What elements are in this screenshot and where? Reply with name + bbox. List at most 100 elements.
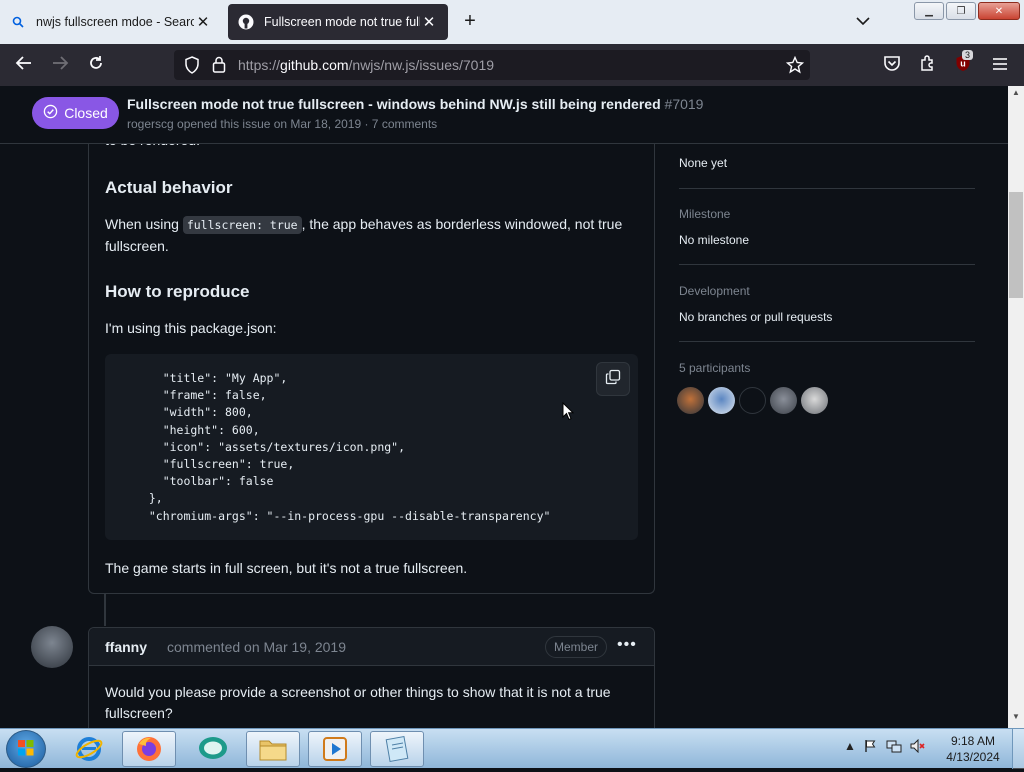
taskbar-file-explorer[interactable] [246,731,300,767]
code-block: "title": "My App", "frame": false, "widt… [105,354,638,540]
lock-icon[interactable] [212,56,226,78]
new-tab-button[interactable]: + [460,10,480,33]
taskbar-notepad[interactable] [370,731,424,767]
extension-count-badge: 3 [962,50,974,60]
url-text: https://github.com/nwjs/nw.js/issues/701… [238,57,495,73]
pocket-icon[interactable] [881,54,903,76]
copy-code-button[interactable] [596,362,630,396]
bookmark-star-icon[interactable] [785,55,805,79]
windows-logo-icon [18,740,34,756]
mouse-cursor-icon [562,401,575,426]
participant-avatar[interactable] [739,387,766,414]
tab-title: Fullscreen mode not true fullscr [264,15,420,29]
copy-icon [605,369,621,390]
taskbar-media-player[interactable] [308,731,362,767]
taskbar-internet-explorer[interactable] [62,731,116,767]
issue-status-badge: Closed [32,97,119,129]
browser-tab-strip: nwjs fullscreen mdoe - Search ✕ Fullscre… [0,0,1024,44]
development-label[interactable]: Development [679,284,750,298]
chat-app-icon [199,737,227,759]
projects-value: None yet [679,156,728,170]
comment-header: ffanny commented on Mar 19, 2019 Member … [89,628,654,666]
comment-timestamp[interactable]: commented on Mar 19, 2019 [167,639,346,655]
reproduce-text: I'm using this package.json: [105,320,277,336]
issue-meta: rogerscg opened this issue on Mar 18, 20… [127,117,438,131]
page-scrollbar[interactable]: ▲ ▼ [1008,86,1024,728]
member-badge: Member [545,636,608,658]
volume-muted-icon[interactable] [910,738,926,756]
back-arrow-icon[interactable] [13,54,35,76]
issue-number: #7019 [664,96,704,112]
inline-code: fullscreen: true [182,216,302,234]
list-all-tabs-icon[interactable] [856,12,870,28]
code-content: "title": "My App", "frame": false, "widt… [148,371,551,523]
minimize-button[interactable]: ▁ [914,2,944,20]
reload-icon[interactable] [85,54,107,76]
url-bar[interactable]: https://github.com/nwjs/nw.js/issues/701… [174,50,810,80]
comment-author-link[interactable]: ffanny [105,639,147,655]
participants-list [677,387,828,414]
shield-icon[interactable] [184,56,200,79]
after-code-text: The game starts in full screen, but it's… [105,560,468,576]
sidebar-divider [679,264,975,265]
participant-avatar[interactable] [677,387,704,414]
development-value: No branches or pull requests [679,310,833,324]
issue-status-label: Closed [64,105,108,121]
tab-github-issue[interactable]: Fullscreen mode not true fullscr ✕ [228,4,448,40]
scroll-up-arrow-icon[interactable]: ▲ [1008,88,1024,102]
navigation-toolbar: https://github.com/nwjs/nw.js/issues/701… [0,44,1024,86]
extensions-icon[interactable] [917,54,939,76]
close-tab-icon[interactable]: ✕ [420,13,438,31]
participants-label: 5 participants [679,361,751,375]
folder-icon [259,740,287,761]
system-tray: ▲ [844,738,926,756]
restore-button[interactable]: ❐ [946,2,976,20]
timeline-connector [104,594,106,626]
tab-title: nwjs fullscreen mdoe - Search [36,15,194,29]
issue-title[interactable]: Fullscreen mode not true fullscreen - wi… [127,96,703,112]
issue-page-content: to be rendered. Actual behavior When usi… [0,86,1008,728]
taskbar-app[interactable] [186,731,240,767]
show-desktop-button[interactable] [1012,729,1024,769]
github-icon [238,14,254,30]
media-player-icon [323,737,347,761]
how-to-reproduce-heading: How to reproduce [105,282,250,301]
sidebar-divider [679,188,975,189]
actual-behavior-heading: Actual behavior [105,178,233,197]
window-controls: ▁ ❐ ✕ [914,2,1020,20]
milestone-value: No milestone [679,233,750,247]
menu-hamburger-icon[interactable] [989,54,1011,76]
internet-explorer-icon [75,737,103,761]
avatar[interactable] [31,626,73,668]
comment-body: Would you please provide a screenshot or… [105,684,611,721]
milestone-label[interactable]: Milestone [679,207,730,221]
scroll-down-arrow-icon[interactable]: ▼ [1008,712,1024,726]
participant-avatar[interactable] [770,387,797,414]
tab-search[interactable]: nwjs fullscreen mdoe - Search ✕ [0,4,222,40]
close-tab-icon[interactable]: ✕ [194,13,212,31]
clock-date: 4/13/2024 [946,750,1000,764]
firefox-icon [137,737,161,761]
forward-arrow-icon[interactable] [49,54,71,76]
action-center-flag-icon[interactable] [864,739,878,756]
windows-taskbar: ▲ 9:18 AM 4/13/2024 [0,728,1024,769]
check-circle-icon [43,104,58,122]
close-window-button[interactable]: ✕ [978,2,1020,20]
clock-time: 9:18 AM [950,734,996,748]
system-clock[interactable]: 9:18 AM 4/13/2024 [936,733,1010,765]
scrollbar-thumb[interactable] [1009,192,1023,298]
svg-text:u: u [960,59,966,69]
sticky-issue-header: Closed Fullscreen mode not true fullscre… [0,86,1008,144]
participant-avatar[interactable] [801,387,828,414]
start-button[interactable] [6,730,46,768]
show-hidden-icons-icon[interactable]: ▲ [844,739,856,756]
network-icon[interactable] [886,739,902,756]
search-icon [10,14,26,30]
actual-behavior-text: When using fullscreen: true, the app beh… [105,216,623,254]
taskbar-firefox[interactable] [122,731,176,767]
more-options-icon[interactable]: ••• [617,636,637,654]
notepad-icon [385,736,409,762]
comment-ffanny: ffanny commented on Mar 19, 2019 Member … [88,627,655,728]
sidebar-divider [679,341,975,342]
participant-avatar[interactable] [708,387,735,414]
